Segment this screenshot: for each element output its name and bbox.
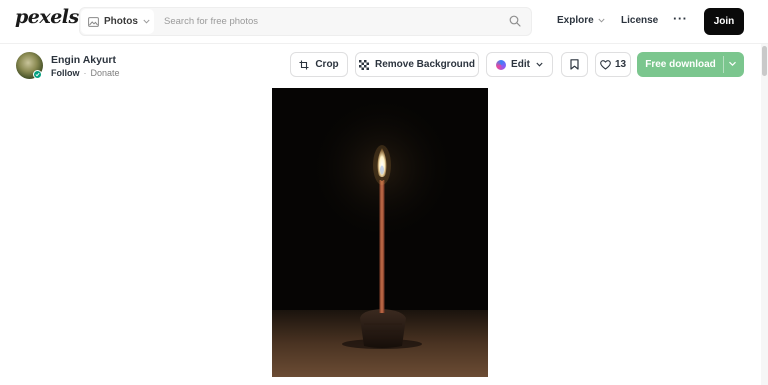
join-button[interactable]: Join: [704, 8, 744, 35]
chevron-down-icon: [536, 62, 543, 67]
remove-background-button[interactable]: Remove Background: [355, 52, 479, 77]
edit-icon: [496, 59, 507, 70]
nav-explore-label: Explore: [557, 15, 594, 26]
edit-label: Edit: [511, 59, 530, 70]
heart-icon: [600, 59, 611, 70]
link-separator: ·: [83, 68, 87, 78]
search-type-label: Photos: [104, 16, 138, 27]
nav-license[interactable]: License: [621, 15, 658, 26]
search-icon[interactable]: [509, 15, 521, 27]
top-navigation: pexels Photos Explore License ··· Join: [0, 0, 768, 43]
chevron-down-icon: [598, 18, 605, 23]
checkerboard-icon: [358, 59, 369, 70]
image-icon: [88, 16, 99, 27]
header-divider: [0, 43, 768, 44]
bookmark-icon: [570, 59, 579, 70]
verified-badge-icon: [33, 70, 42, 79]
search-type-dropdown[interactable]: Photos: [81, 9, 154, 34]
chevron-down-icon: [143, 19, 150, 24]
free-download-button[interactable]: Free download: [637, 52, 744, 77]
scrollbar-thumb[interactable]: [762, 46, 767, 76]
author-name[interactable]: Engin Akyurt: [51, 54, 116, 66]
like-count: 13: [614, 59, 627, 70]
edit-button[interactable]: Edit: [486, 52, 553, 77]
nav-explore[interactable]: Explore: [557, 15, 605, 26]
search-bar: Photos: [79, 7, 532, 36]
scrollbar-track[interactable]: [761, 44, 768, 385]
donate-link[interactable]: Donate: [91, 68, 120, 78]
crop-icon: [299, 60, 309, 69]
pexels-logo[interactable]: pexels: [15, 6, 79, 28]
author-links: Follow · Donate: [51, 68, 120, 78]
search-input[interactable]: [164, 9, 504, 34]
remove-background-label: Remove Background: [374, 59, 476, 70]
chevron-down-icon[interactable]: [728, 61, 737, 67]
follow-link[interactable]: Follow: [51, 68, 80, 78]
download-divider: [723, 56, 724, 73]
free-download-label: Free download: [645, 59, 716, 70]
crop-button[interactable]: Crop: [290, 52, 348, 77]
bookmark-button[interactable]: [561, 52, 588, 77]
more-menu-button[interactable]: ···: [673, 11, 688, 26]
crop-label: Crop: [315, 59, 339, 70]
like-button[interactable]: 13: [595, 52, 631, 77]
photo-candle[interactable]: [272, 88, 488, 377]
